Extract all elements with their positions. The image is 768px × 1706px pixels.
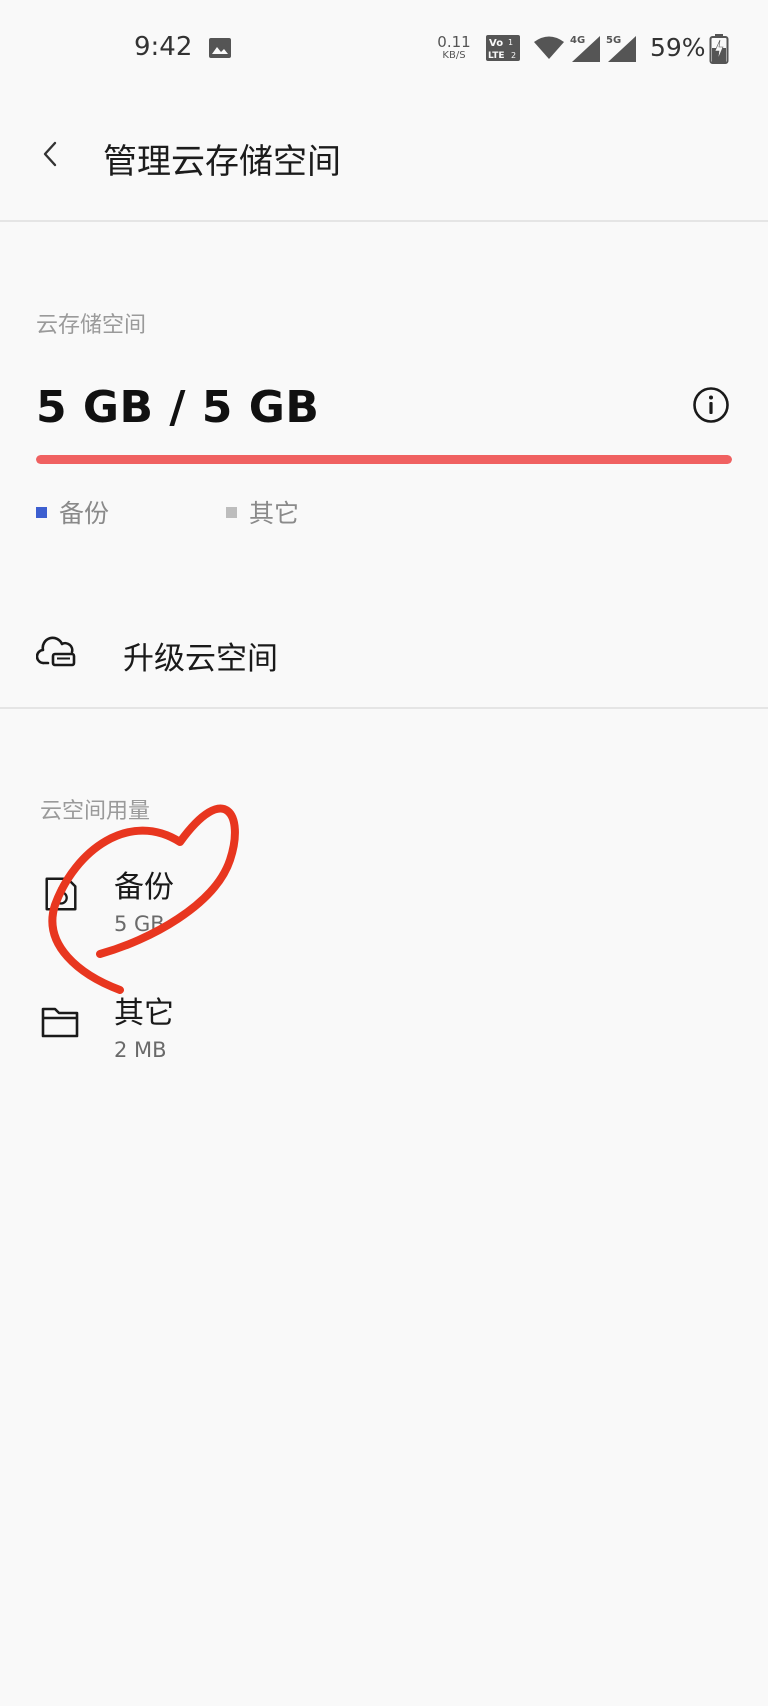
- image-notification-icon: [209, 38, 231, 58]
- back-arrow-icon: [43, 141, 57, 167]
- battery-charging-icon: [709, 34, 729, 64]
- legend-label-other: 其它: [249, 499, 300, 528]
- usage-item-name: 其它: [114, 996, 174, 1031]
- manage-cloud-storage-screen: 9:42 0.11 KB/S Vo 1 LTE 2 4G 5G 59% 管理云存…: [0, 0, 768, 1706]
- upgrade-cloud-space-row[interactable]: 升级云空间: [0, 600, 768, 706]
- battery-percentage: 59%: [650, 33, 706, 62]
- svg-text:Vo: Vo: [489, 38, 503, 49]
- cloud-usage-section-label: 云空间用量: [40, 799, 151, 824]
- svg-text:2: 2: [511, 51, 516, 60]
- usage-item-backup[interactable]: 备份 5 GB: [0, 862, 768, 982]
- network-speed: 0.11 KB/S: [437, 33, 471, 61]
- svg-text:1: 1: [508, 38, 513, 47]
- svg-text:5G: 5G: [606, 35, 621, 46]
- svg-text:LTE: LTE: [488, 51, 505, 61]
- status-time: 9:42: [134, 32, 193, 62]
- cloud-upgrade-icon: [36, 636, 76, 667]
- legend-other: 其它: [226, 494, 299, 530]
- info-button[interactable]: [692, 386, 730, 424]
- wifi-icon: [534, 36, 564, 59]
- signal-5g-icon: 5G: [606, 35, 636, 62]
- backup-icon: [45, 877, 77, 911]
- upgrade-cloud-space-label: 升级云空间: [123, 641, 278, 677]
- volte-icon: Vo 1 LTE 2: [486, 35, 520, 61]
- storage-amount: 5 GB / 5 GB: [36, 382, 320, 433]
- cloud-storage-section-label: 云存储空间: [36, 313, 147, 338]
- storage-usage-fill: [36, 455, 732, 464]
- folder-icon: [41, 1007, 79, 1038]
- page-title: 管理云存储空间: [103, 142, 341, 182]
- usage-item-size: 5 GB: [114, 912, 165, 936]
- status-bar: 9:42 0.11 KB/S Vo 1 LTE 2 4G 5G 59%: [0, 0, 768, 96]
- upgrade-divider: [0, 707, 768, 709]
- legend-backup: 备份: [36, 494, 109, 530]
- svg-text:4G: 4G: [570, 35, 585, 46]
- legend-label-backup: 备份: [59, 499, 110, 528]
- signal-4g-icon: 4G: [570, 35, 600, 62]
- hand-drawn-circle-annotation: [48, 804, 239, 994]
- legend-swatch-other: [226, 506, 237, 518]
- top-app-bar: 管理云存储空间: [0, 96, 768, 220]
- info-icon: [693, 387, 729, 423]
- header-divider: [0, 220, 768, 222]
- back-button[interactable]: [30, 134, 70, 174]
- legend-swatch-backup: [36, 506, 47, 518]
- usage-item-size: 2 MB: [114, 1038, 167, 1062]
- storage-usage-bar: [36, 455, 732, 464]
- usage-item-other[interactable]: 其它 2 MB: [0, 988, 768, 1108]
- usage-item-name: 备份: [114, 870, 174, 905]
